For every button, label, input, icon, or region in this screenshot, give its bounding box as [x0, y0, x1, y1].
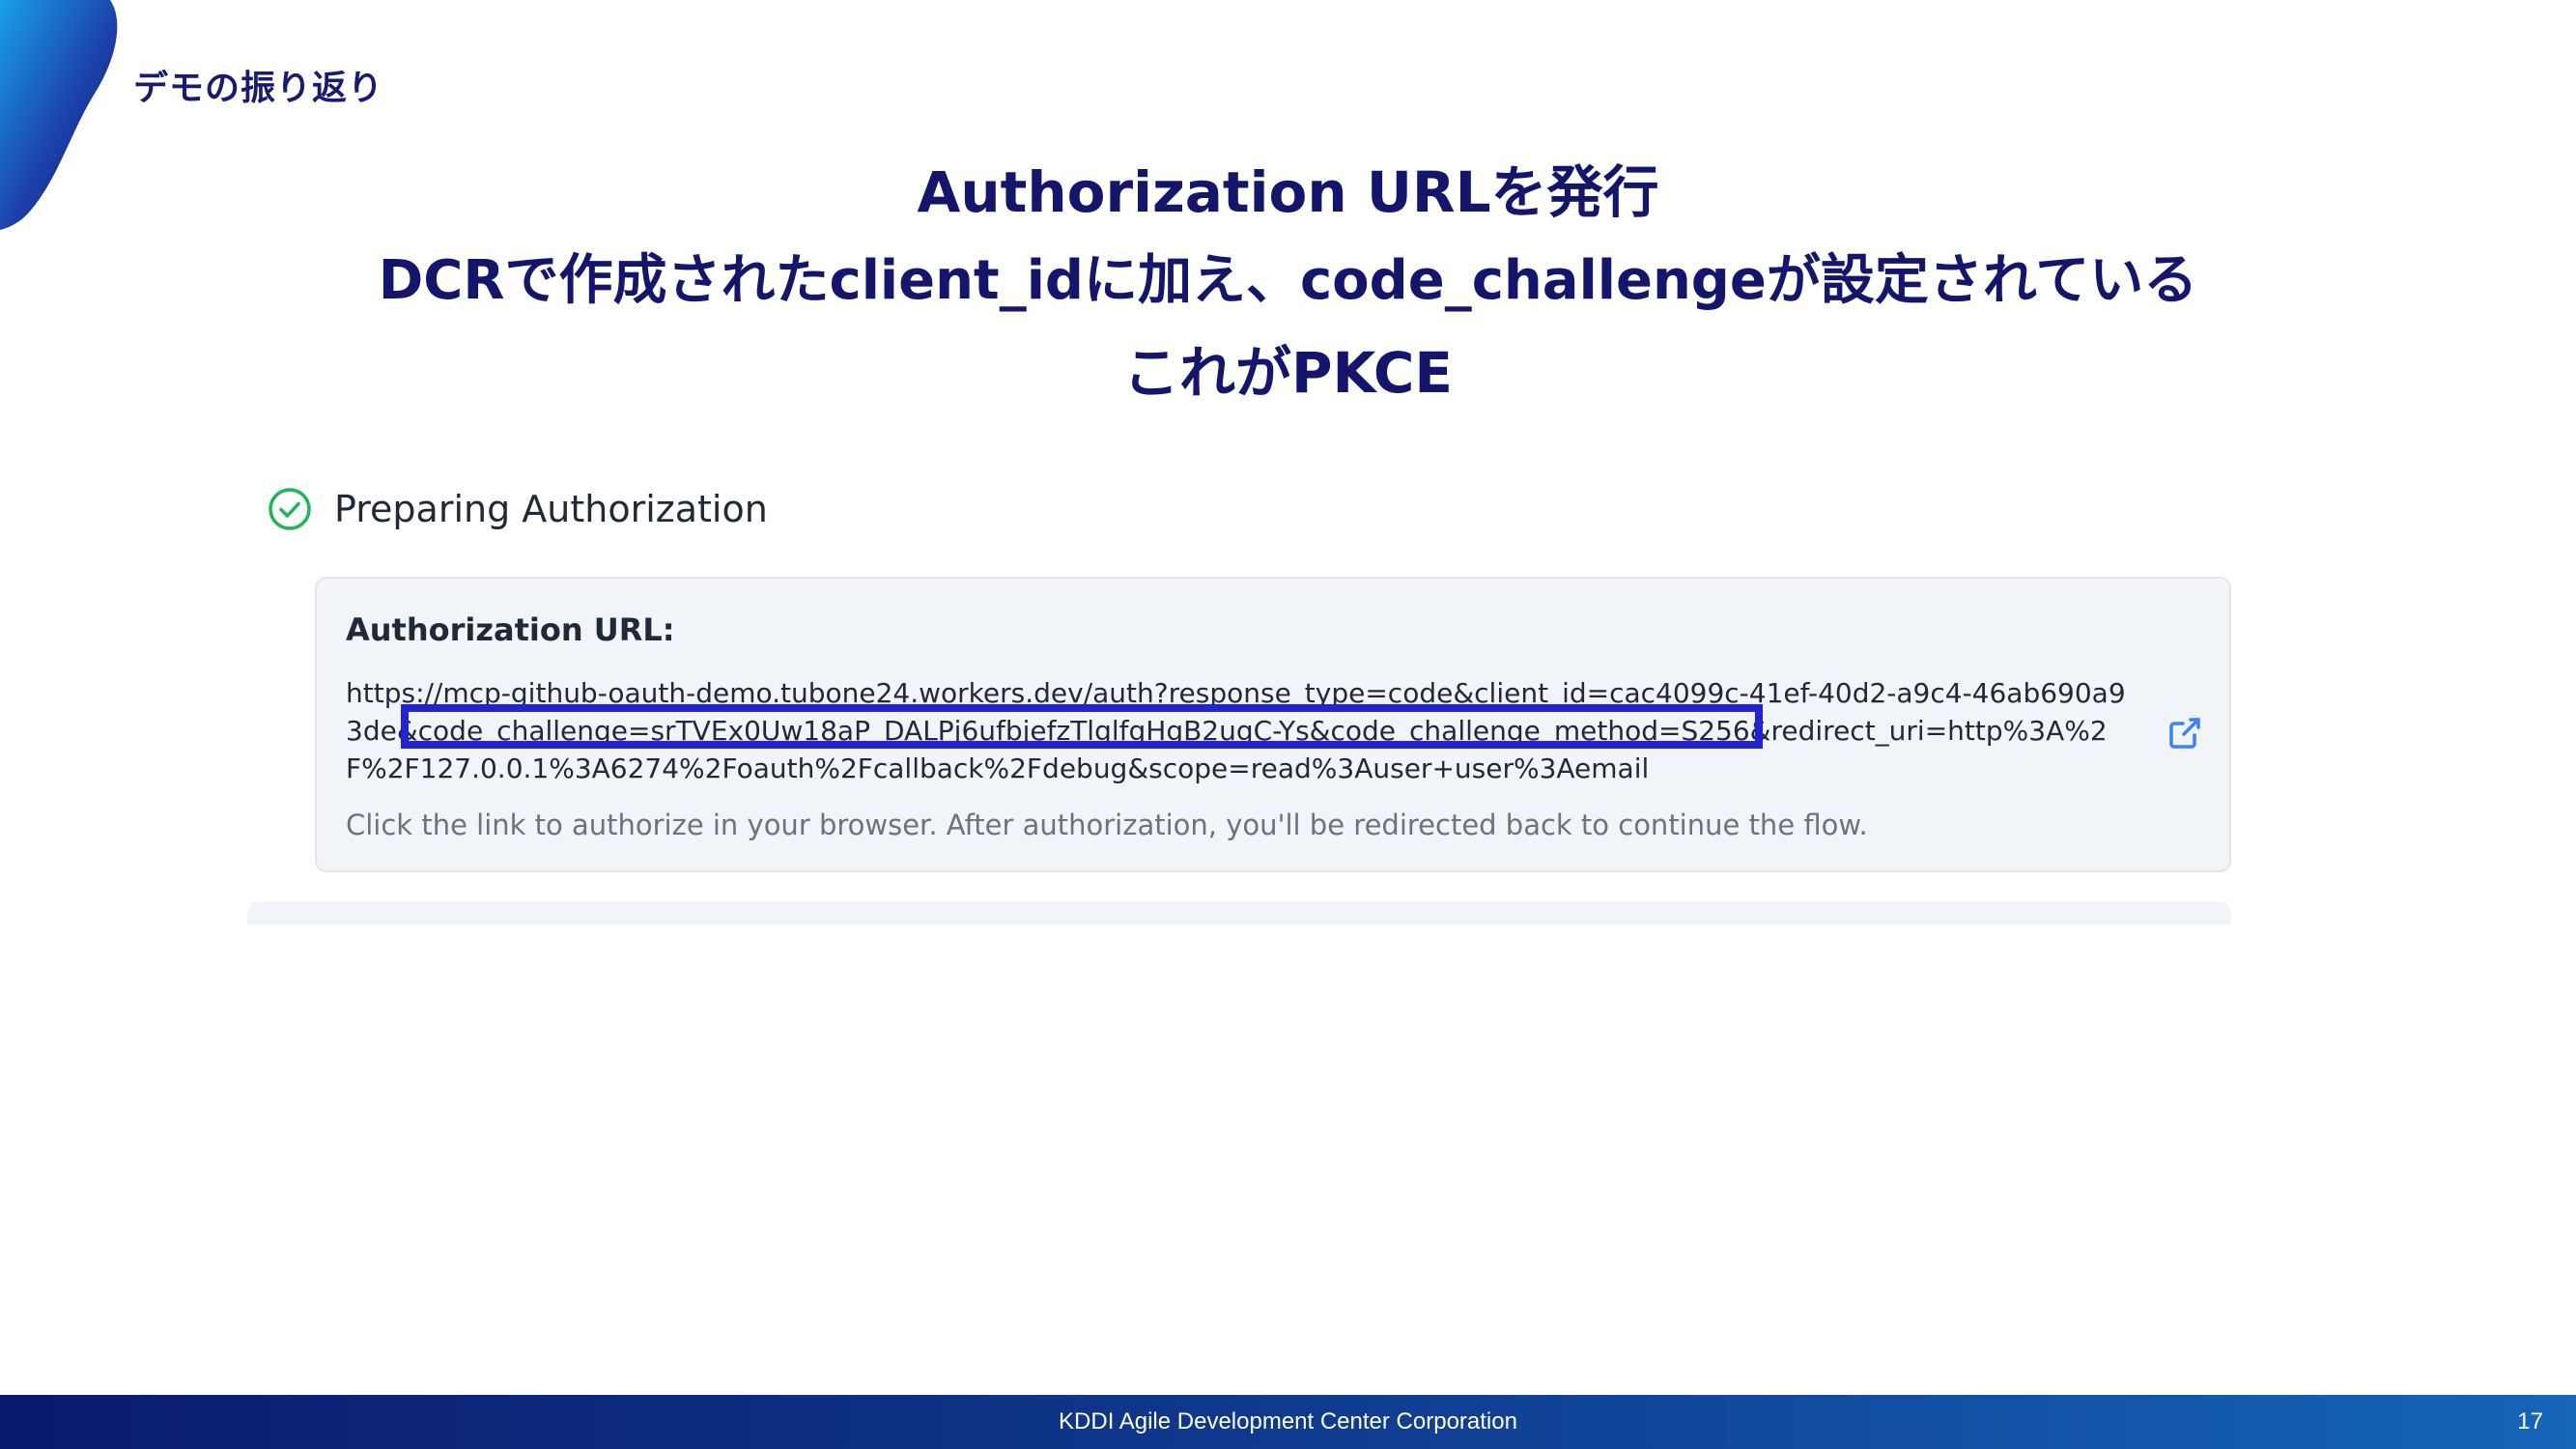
check-circle-icon [269, 488, 311, 530]
footer-company: KDDI Agile Development Center Corporatio… [1059, 1408, 1517, 1435]
step-title: Preparing Authorization [334, 488, 768, 530]
external-link-icon[interactable] [2166, 714, 2204, 753]
headline-line-2: DCRで作成されたclient_idに加え、code_challengeが設定さ… [378, 249, 2198, 312]
step-row: Preparing Authorization [267, 486, 768, 532]
headline-line-1: Authorization URLを発行 [917, 159, 1659, 225]
code-challenge-highlight [401, 704, 1763, 749]
authorization-url-line[interactable]: F%2F127.0.0.1%3A6274%2Foauth%2Fcallback%… [346, 753, 1649, 784]
authorization-hint: Click the link to authorize in your brow… [346, 809, 1868, 841]
url-heading: Authorization URL: [346, 611, 675, 648]
next-section-card [247, 901, 2231, 924]
section-label: デモの振り返り [133, 69, 384, 108]
page-number: 17 [2517, 1408, 2543, 1435]
headline-line-3: これがPKCE [1122, 340, 1454, 406]
